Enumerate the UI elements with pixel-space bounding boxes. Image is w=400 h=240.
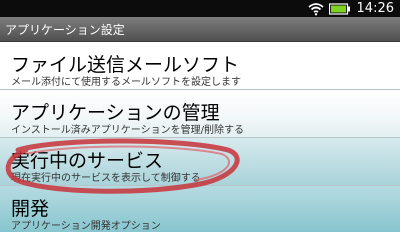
list-item-manage-applications[interactable]: アプリケーションの管理 インストール済みアプリケーションを管理/削除する [0, 90, 400, 138]
status-bar: 14:26 [0, 0, 400, 17]
list-item-running-services[interactable]: 実行中のサービス 現在実行中のサービスを表示して制御する [0, 138, 400, 186]
status-icons: 14:26 [307, 0, 400, 17]
list-item-subtitle: メール添付にて使用するメールソフトを設定します [11, 77, 241, 88]
battery-icon [328, 2, 350, 15]
list-item-subtitle: インストール済みアプリケーションを管理/削除する [11, 125, 244, 136]
list-item-subtitle: 現在実行中のサービスを表示して制御する [11, 173, 201, 184]
list-item-file-send-mail[interactable]: ファイル送信メールソフト メール添付にて使用するメールソフトを設定します [0, 42, 400, 90]
list-item-development[interactable]: 開発 アプリケーション開発オプション [0, 186, 400, 232]
page-title: アプリケーション設定 [5, 23, 125, 37]
settings-list: ファイル送信メールソフト メール添付にて使用するメールソフトを設定します アプリ… [0, 42, 400, 232]
list-item-subtitle: アプリケーション開発オプション [11, 221, 161, 232]
title-bar: アプリケーション設定 [0, 17, 400, 42]
status-time: 14:26 [356, 1, 394, 16]
wifi-icon [307, 2, 324, 15]
